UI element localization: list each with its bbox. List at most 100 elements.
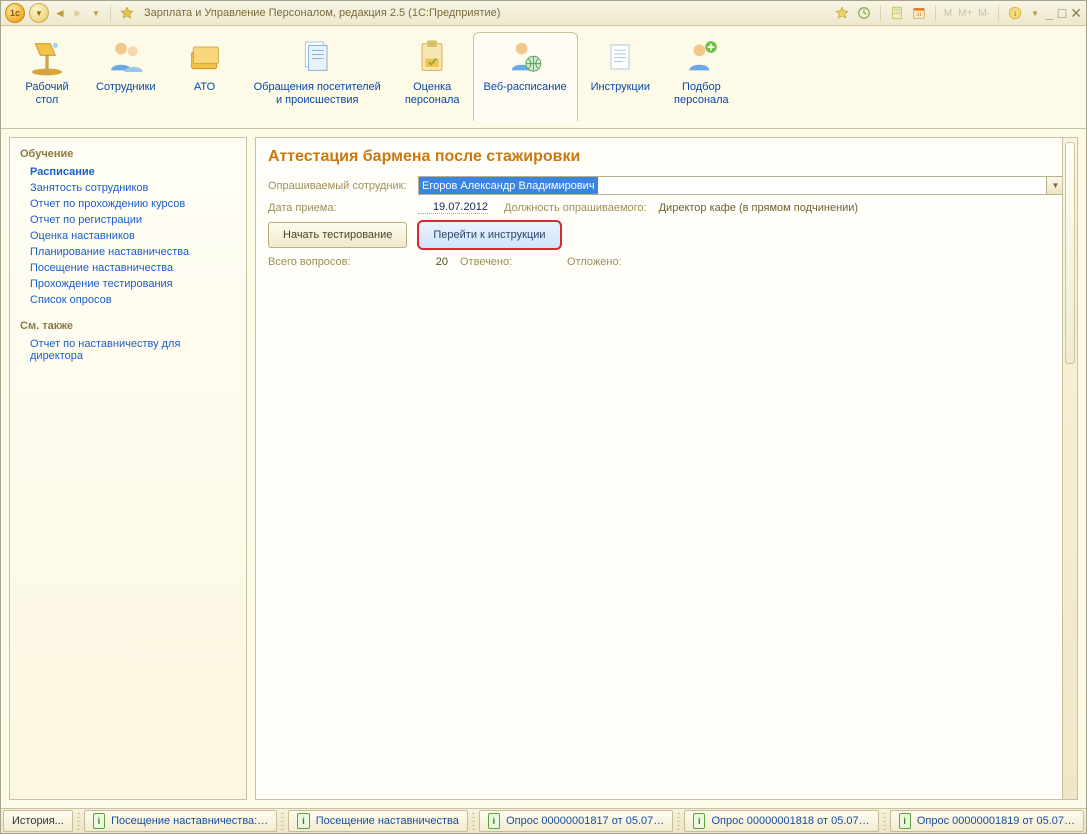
sheet-icon	[600, 37, 640, 77]
main-panel: Аттестация бармена после стажировки Опра…	[255, 137, 1078, 800]
sidebar-item-course-report[interactable]: Отчет по прохождению курсов	[20, 196, 236, 212]
close-button[interactable]: ✕	[1070, 6, 1082, 20]
folder-stack-icon	[185, 37, 225, 77]
titlebar-separator	[935, 5, 936, 21]
tab-label: Посещение наставничества	[316, 815, 459, 827]
favorite-star-icon[interactable]	[118, 4, 136, 22]
memory-mminus-button[interactable]: M-	[977, 8, 991, 19]
taskbar-separator	[677, 812, 680, 830]
sidebar-section-title: См. также	[20, 320, 236, 332]
position-label: Должность опрашиваемого:	[504, 202, 647, 214]
sidebar-item-surveys-list[interactable]: Список опросов	[20, 292, 236, 308]
tab-label: Оценка персонала	[405, 81, 460, 107]
button-label: История...	[12, 815, 64, 827]
doc-icon: i	[899, 813, 911, 829]
memory-mplus-button[interactable]: M+	[957, 8, 973, 19]
total-questions-value: 20	[418, 256, 448, 268]
clipboard-icon	[412, 37, 452, 77]
tab-label: Посещение наставничества:…	[111, 815, 268, 827]
tab-desktop[interactable]: Рабочий стол	[11, 32, 83, 121]
tab-recruitment[interactable]: Подбор персонала	[663, 32, 740, 121]
add-person-icon	[681, 37, 721, 77]
tab-employees[interactable]: Сотрудники	[85, 32, 167, 121]
add-favorite-star-icon[interactable]	[833, 4, 851, 22]
sidebar: Обучение Расписание Занятость сотруднико…	[9, 137, 247, 800]
taskbar-separator	[472, 812, 475, 830]
taskbar-separator	[281, 812, 284, 830]
svg-text:i: i	[1014, 9, 1016, 18]
sidebar-section-title: Обучение	[20, 148, 236, 160]
tab-label: Опрос 00000001818 от 05.07…	[711, 815, 869, 827]
deferred-label: Отложено:	[567, 256, 622, 268]
sidebar-item-mentor-evaluation[interactable]: Оценка наставников	[20, 228, 236, 244]
taskbar-separator	[883, 812, 886, 830]
nav-back-icon[interactable]: ◄	[53, 6, 67, 20]
info-dropdown-icon[interactable]: ▼	[1028, 9, 1042, 18]
employee-selected-text: Егоров Александр Владимирович	[419, 177, 598, 194]
app-orb-icon[interactable]: 1c	[5, 3, 25, 23]
workspace: Обучение Расписание Занятость сотруднико…	[1, 129, 1086, 808]
tab-ato[interactable]: АТО	[169, 32, 241, 121]
doc-icon: i	[297, 813, 310, 829]
taskbar-tab[interactable]: i Опрос 00000001817 от 05.07…	[479, 810, 673, 832]
desktop-lamp-icon	[27, 37, 67, 77]
main-menu-dropdown-icon[interactable]: ▼	[29, 3, 49, 23]
hire-date-label: Дата приема:	[268, 202, 412, 214]
calculator-icon[interactable]	[888, 4, 906, 22]
history-star-icon[interactable]	[855, 4, 873, 22]
maximize-button[interactable]: □	[1058, 6, 1066, 20]
tab-assessment[interactable]: Оценка персонала	[394, 32, 471, 121]
people-icon	[106, 37, 146, 77]
minimize-button[interactable]: _	[1046, 6, 1054, 20]
tab-incidents[interactable]: Обращения посетителей и происшествия	[243, 32, 392, 121]
button-label: Начать тестирование	[283, 229, 392, 241]
employee-input-wrap: Егоров Александр Владимирович ▼	[418, 176, 1065, 195]
taskbar-tab[interactable]: i Опрос 00000001819 от 05.07…	[890, 810, 1084, 832]
svg-text:31: 31	[916, 12, 922, 18]
hire-date-value: 19.07.2012	[418, 201, 488, 214]
document-stack-icon	[297, 37, 337, 77]
total-questions-label: Всего вопросов:	[268, 256, 412, 268]
tab-label: Обращения посетителей и происшествия	[254, 81, 381, 107]
sidebar-item-registration-report[interactable]: Отчет по регистрации	[20, 212, 236, 228]
tab-instructions[interactable]: Инструкции	[580, 32, 661, 121]
titlebar: 1c ▼ ◄ ► ▼ Зарплата и Управление Персона…	[1, 1, 1086, 26]
sidebar-item-schedule[interactable]: Расписание	[20, 164, 236, 180]
tab-label: Инструкции	[591, 81, 650, 94]
sidebar-item-testing[interactable]: Прохождение тестирования	[20, 276, 236, 292]
scrollbar-thumb[interactable]	[1065, 142, 1075, 364]
tab-label: Подбор персонала	[674, 81, 729, 107]
go-to-instructions-button[interactable]: Перейти к инструкции	[417, 220, 561, 250]
nav-menu-dropdown-icon[interactable]: ▼	[89, 9, 103, 18]
taskbar-tab[interactable]: i Посещение наставничества	[288, 810, 468, 832]
sidebar-item-director-mentorship-report[interactable]: Отчет по наставничеству для директора	[20, 336, 236, 364]
sidebar-item-mentorship-visit[interactable]: Посещение наставничества	[20, 260, 236, 276]
calendar-icon[interactable]: 31	[910, 4, 928, 22]
history-button[interactable]: История...	[3, 810, 73, 832]
tab-label: Сотрудники	[96, 81, 156, 94]
button-label: Перейти к инструкции	[433, 229, 545, 241]
ribbon: Рабочий стол Сотрудники АТО Обращения по…	[1, 26, 1086, 129]
titlebar-separator	[880, 5, 881, 21]
tab-label: Опрос 00000001817 от 05.07…	[506, 815, 664, 827]
nav-fwd-icon: ►	[71, 6, 85, 20]
tab-label: Опрос 00000001819 от 05.07…	[917, 815, 1075, 827]
titlebar-separator	[110, 5, 111, 21]
tab-label: Веб-расписание	[484, 81, 567, 94]
taskbar-tab[interactable]: iПосещение наставничества:…	[84, 810, 277, 832]
memory-m-button[interactable]: M	[943, 8, 953, 19]
titlebar-separator	[998, 5, 999, 21]
tab-web-schedule[interactable]: Веб-расписание	[473, 32, 578, 121]
sidebar-item-employee-occupancy[interactable]: Занятость сотрудников	[20, 180, 236, 196]
start-testing-button[interactable]: Начать тестирование	[268, 222, 407, 248]
doc-icon: i	[488, 813, 500, 829]
position-value: Директор кафе (в прямом подчинении)	[659, 202, 858, 214]
app-window: 1c ▼ ◄ ► ▼ Зарплата и Управление Персона…	[0, 0, 1087, 834]
taskbar-separator	[77, 812, 80, 830]
info-icon[interactable]: i	[1006, 4, 1024, 22]
page-title: Аттестация бармена после стажировки	[268, 148, 1065, 166]
taskbar-tab[interactable]: iОпрос 00000001818 от 05.07…	[684, 810, 878, 832]
employee-label: Опрашиваемый сотрудник:	[268, 180, 412, 192]
vertical-scrollbar[interactable]	[1062, 138, 1077, 799]
sidebar-item-mentorship-planning[interactable]: Планирование наставничества	[20, 244, 236, 260]
